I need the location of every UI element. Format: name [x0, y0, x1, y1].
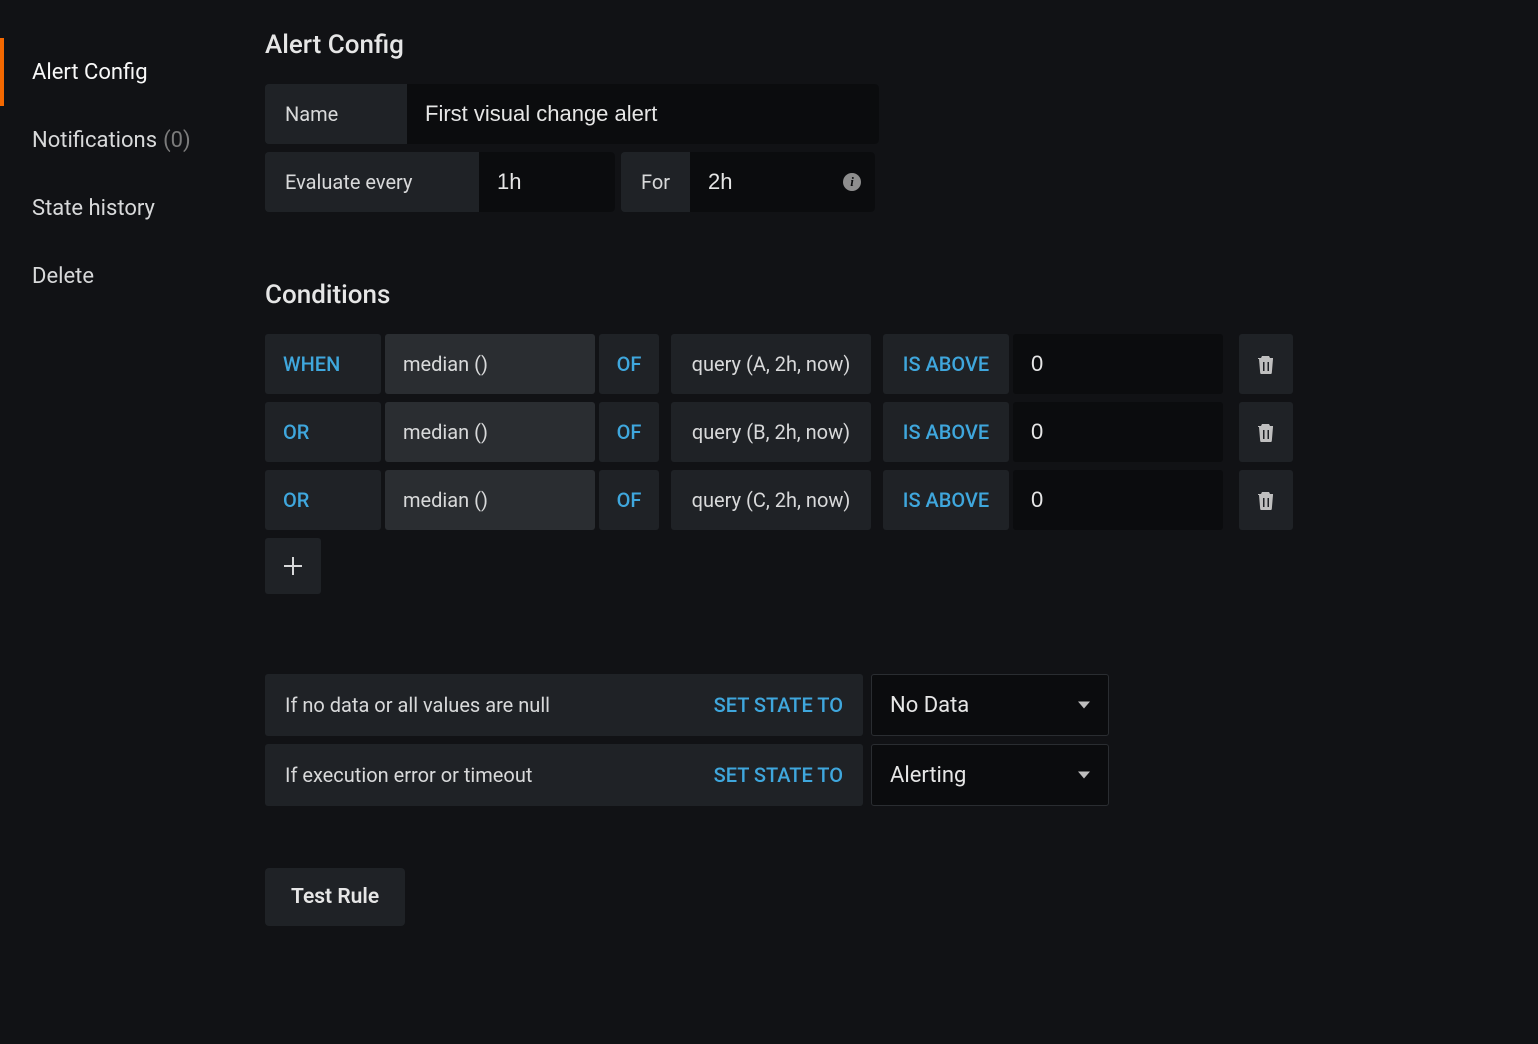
plus-icon [284, 557, 302, 575]
sidebar-item-delete[interactable]: Delete [0, 242, 235, 310]
condition-query[interactable]: query (B, 2h, now) [671, 402, 871, 462]
evaluate-every-input[interactable] [479, 152, 615, 212]
condition-threshold-input[interactable] [1013, 402, 1223, 462]
condition-row: OR median () OF query (C, 2h, now) IS AB… [265, 470, 1498, 530]
condition-threshold-input[interactable] [1013, 334, 1223, 394]
sidebar-item-alert-config[interactable]: Alert Config [0, 38, 235, 106]
chevron-down-icon [1078, 702, 1090, 709]
conditions-title: Conditions [265, 280, 1498, 310]
no-data-selected-value: No Data [890, 693, 969, 718]
page-title: Alert Config [265, 30, 1498, 60]
sidebar-item-label: State history [32, 196, 155, 221]
condition-evaluator[interactable]: IS ABOVE [883, 334, 1009, 394]
for-label: For [621, 152, 690, 212]
condition-query[interactable]: query (A, 2h, now) [671, 334, 871, 394]
condition-operator[interactable]: OR [265, 470, 381, 530]
condition-operator[interactable]: OR [265, 402, 381, 462]
test-rule-button[interactable]: Test Rule [265, 868, 405, 926]
main-content: Alert Config Name Evaluate every For i C… [235, 30, 1538, 926]
exec-error-row: If execution error or timeout SET STATE … [265, 744, 1498, 806]
add-condition-button[interactable] [265, 538, 321, 594]
sidebar: Alert Config Notifications (0) State his… [0, 30, 235, 926]
no-data-label-group: If no data or all values are null SET ST… [265, 674, 863, 736]
exec-error-select[interactable]: Alerting [871, 744, 1109, 806]
delete-condition-button[interactable] [1239, 334, 1293, 394]
exec-error-label: If execution error or timeout [285, 763, 532, 787]
name-label: Name [265, 84, 407, 144]
evaluate-every-group: Evaluate every [265, 152, 615, 212]
condition-query[interactable]: query (C, 2h, now) [671, 470, 871, 530]
delete-condition-button[interactable] [1239, 470, 1293, 530]
exec-error-label-group: If execution error or timeout SET STATE … [265, 744, 863, 806]
sidebar-item-notifications[interactable]: Notifications (0) [0, 106, 235, 174]
sidebar-item-label: Notifications [32, 128, 157, 153]
no-data-label: If no data or all values are null [285, 693, 550, 717]
sidebar-item-state-history[interactable]: State history [0, 174, 235, 242]
no-data-select[interactable]: No Data [871, 674, 1109, 736]
sidebar-item-label: Delete [32, 264, 94, 289]
set-state-to-label: SET STATE TO [714, 693, 843, 717]
name-input[interactable] [407, 84, 879, 144]
trash-icon [1257, 422, 1275, 442]
trash-icon [1257, 490, 1275, 510]
no-data-row: If no data or all values are null SET ST… [265, 674, 1498, 736]
condition-row: WHEN median () OF query (A, 2h, now) IS … [265, 334, 1498, 394]
set-state-to-label: SET STATE TO [714, 763, 843, 787]
condition-operator[interactable]: WHEN [265, 334, 381, 394]
condition-aggregation[interactable]: median () [385, 402, 595, 462]
name-field-group: Name [265, 84, 879, 144]
condition-row: OR median () OF query (B, 2h, now) IS AB… [265, 402, 1498, 462]
info-icon[interactable]: i [843, 173, 861, 191]
condition-threshold-input[interactable] [1013, 470, 1223, 530]
chevron-down-icon [1078, 772, 1090, 779]
condition-of-keyword: OF [599, 402, 659, 462]
evaluate-every-label: Evaluate every [265, 152, 479, 212]
condition-of-keyword: OF [599, 334, 659, 394]
delete-condition-button[interactable] [1239, 402, 1293, 462]
for-group: For i [621, 152, 875, 212]
condition-evaluator[interactable]: IS ABOVE [883, 470, 1009, 530]
condition-aggregation[interactable]: median () [385, 470, 595, 530]
trash-icon [1257, 354, 1275, 374]
notifications-count: (0) [163, 128, 191, 153]
condition-of-keyword: OF [599, 470, 659, 530]
condition-aggregation[interactable]: median () [385, 334, 595, 394]
condition-evaluator[interactable]: IS ABOVE [883, 402, 1009, 462]
sidebar-item-label: Alert Config [32, 60, 148, 85]
exec-error-selected-value: Alerting [890, 763, 966, 788]
